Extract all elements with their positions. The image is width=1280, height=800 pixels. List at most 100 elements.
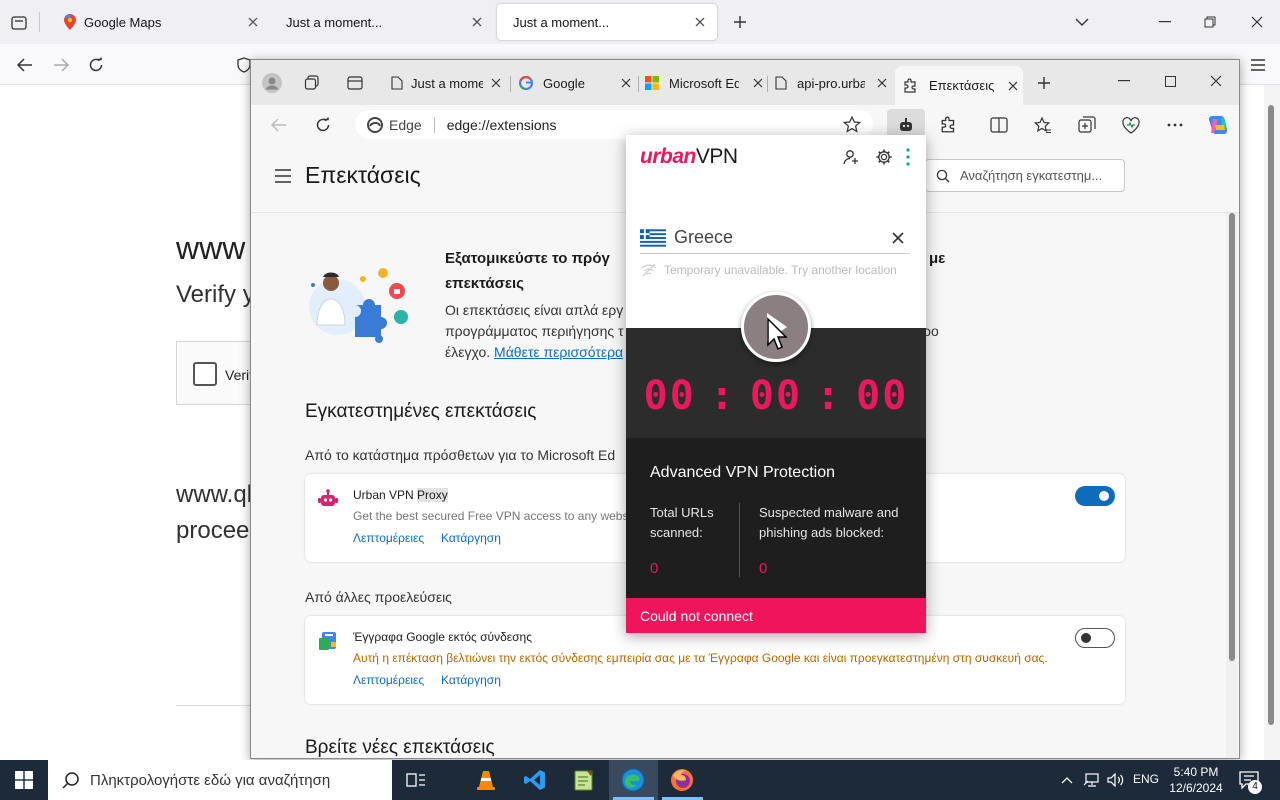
details-link[interactable]: Λεπτομέρειες: [353, 673, 424, 687]
tab-label: Just a moment...: [513, 14, 610, 30]
tab-list-icon[interactable]: [8, 12, 30, 34]
close-tab-icon[interactable]: [693, 15, 707, 29]
puzzle-icon: [903, 77, 919, 94]
verify-checkbox-label: Verif: [225, 367, 254, 383]
promo-body-3: έλεγχο. Μάθετε περισσότερα: [445, 344, 623, 360]
extension-name-highlight: Proxy: [417, 488, 448, 502]
edge-tab-google[interactable]: Google: [513, 68, 635, 98]
edge-tab-extensions[interactable]: Επεκτάσεις: [895, 66, 1023, 105]
details-link[interactable]: Λεπτομέρειες: [353, 531, 424, 545]
back-icon[interactable]: [14, 54, 36, 76]
protection-title: Advanced VPN Protection: [650, 464, 835, 481]
search-installed-input[interactable]: Αναζήτηση εγκατεστημ...: [925, 159, 1125, 192]
connection-status-bar: Could not connect: [626, 598, 926, 633]
search-icon: [62, 771, 80, 789]
edge-tab-microsoft-edge[interactable]: Microsoft Ed: [641, 68, 767, 98]
search-placeholder: Αναζήτηση εγκατεστημ...: [960, 168, 1103, 183]
verify-widget[interactable]: Verif: [176, 341, 256, 405]
menu-icon[interactable]: [1247, 54, 1269, 76]
firefox-taskbar-icon[interactable]: [658, 760, 706, 800]
start-button-icon[interactable]: [0, 760, 48, 800]
tab-label: Just a mome: [411, 75, 483, 91]
extensions-icon[interactable]: [939, 115, 959, 135]
close-tab-icon[interactable]: [877, 78, 887, 88]
extension-description: Get the best secured Free VPN access to …: [353, 509, 635, 523]
remove-link[interactable]: Κατάργηση: [441, 531, 501, 545]
edge-scrollbar[interactable]: [1226, 213, 1238, 758]
minimize-icon[interactable]: [1155, 12, 1175, 32]
close-tab-icon[interactable]: [1008, 81, 1018, 91]
tab-actions-icon[interactable]: [346, 74, 364, 92]
hamburger-menu-icon[interactable]: [273, 167, 293, 185]
remove-link[interactable]: Κατάργηση: [441, 673, 501, 687]
promo-title-end: με: [929, 250, 946, 267]
list-all-tabs-icon[interactable]: [1072, 12, 1092, 32]
new-tab-icon[interactable]: [1035, 74, 1053, 92]
find-new-extensions-heading: Βρείτε νέες επεκτάσεις: [305, 737, 495, 758]
firefox-tab-google-maps[interactable]: Google Maps: [48, 0, 270, 44]
clock[interactable]: 5:40 PM 12/6/2024: [1166, 764, 1226, 796]
urban-vpn-toggle[interactable]: [1075, 486, 1115, 506]
location-name: Greece: [674, 227, 734, 247]
profile-icon[interactable]: [261, 72, 283, 94]
extensions-illustration: [305, 265, 425, 345]
firefox-tab-bar: Google Maps Just a moment... Just a mome…: [0, 0, 1280, 44]
favorites-icon[interactable]: [1033, 115, 1053, 135]
google-icon: [519, 76, 533, 90]
close-window-icon[interactable]: [1247, 12, 1267, 32]
edge-tab-just-a-moment[interactable]: Just a mome: [385, 68, 505, 98]
verify-checkbox[interactable]: [193, 362, 217, 386]
maximize-icon[interactable]: [1161, 72, 1179, 90]
vscode-icon[interactable]: [511, 760, 559, 800]
more-options-icon[interactable]: [1165, 115, 1185, 135]
page-icon: [775, 76, 787, 90]
restore-icon[interactable]: [1200, 12, 1220, 32]
edge-taskbar-icon[interactable]: [609, 760, 657, 800]
learn-more-link[interactable]: Μάθετε περισσότερα: [494, 344, 623, 360]
new-tab-icon[interactable]: [730, 12, 750, 32]
close-window-icon[interactable]: [1207, 72, 1225, 90]
verify-text: Verify y: [176, 281, 255, 308]
split-screen-icon[interactable]: [989, 115, 1009, 135]
firefox-tab-just-a-moment-1[interactable]: Just a moment...: [270, 0, 494, 44]
promo-body-2: προγράμματος περιήγησης τ: [445, 323, 624, 339]
close-tab-icon[interactable]: [621, 78, 631, 88]
location-selector[interactable]: Greece: [640, 222, 910, 254]
settings-gear-icon[interactable]: [874, 147, 894, 167]
taskbar-search-box[interactable]: Πληκτρολογήστε εδώ για αναζήτηση: [48, 760, 392, 800]
add-user-icon[interactable]: [841, 147, 861, 167]
reload-icon[interactable]: [85, 54, 107, 76]
page-line-1: www.ql: [176, 481, 253, 508]
refresh-icon[interactable]: [313, 115, 333, 135]
notepad-plus-icon[interactable]: [560, 760, 608, 800]
forward-icon[interactable]: [50, 54, 72, 76]
collections-icon[interactable]: [1077, 115, 1097, 135]
close-tab-icon[interactable]: [753, 78, 763, 88]
network-icon[interactable]: [1082, 770, 1102, 790]
close-tab-icon[interactable]: [491, 78, 501, 88]
copilot-icon[interactable]: [1206, 113, 1230, 137]
back-icon[interactable]: [269, 115, 289, 135]
urban-vpn-robot-icon: [317, 488, 339, 510]
total-urls-value: 0: [650, 560, 659, 577]
firefox-scrollbar[interactable]: [1264, 85, 1280, 760]
google-docs-toggle[interactable]: [1075, 628, 1115, 648]
show-hidden-icons-chevron-icon[interactable]: [1058, 770, 1076, 790]
close-tab-icon[interactable]: [246, 15, 260, 29]
page-domain-heading: www: [176, 230, 246, 266]
wifi-off-icon: [640, 263, 658, 277]
browser-essentials-icon[interactable]: [1121, 115, 1141, 135]
minimize-icon[interactable]: [1115, 72, 1133, 90]
language-indicator[interactable]: ENG: [1133, 772, 1159, 786]
close-tab-icon[interactable]: [470, 15, 484, 29]
favorite-star-icon[interactable]: [843, 116, 861, 133]
vlc-icon[interactable]: [462, 760, 510, 800]
clear-location-icon[interactable]: [892, 232, 904, 244]
volume-icon[interactable]: [1106, 770, 1126, 790]
workspaces-icon[interactable]: [303, 74, 321, 92]
task-view-icon[interactable]: [392, 760, 440, 800]
search-icon: [936, 169, 950, 183]
firefox-tab-just-a-moment-2[interactable]: Just a moment...: [497, 4, 717, 40]
edge-tab-api-pro-urban[interactable]: api-pro.urba: [771, 68, 895, 98]
more-vertical-icon[interactable]: [900, 147, 916, 167]
